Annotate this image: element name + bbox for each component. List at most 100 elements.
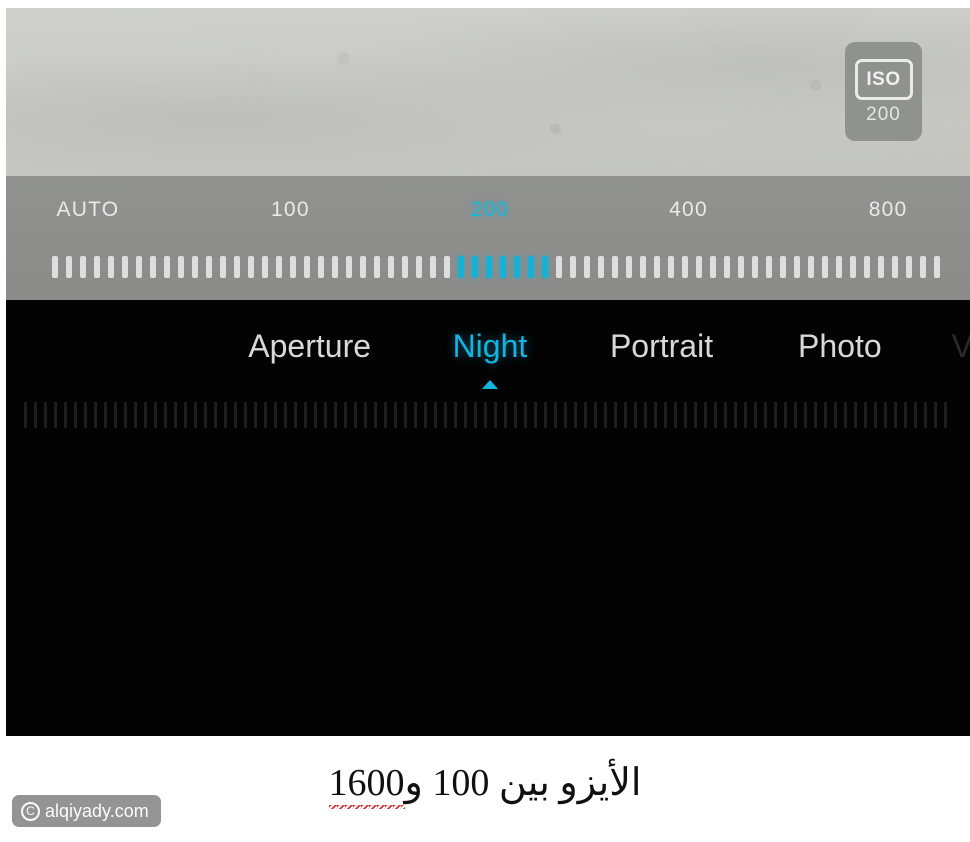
- iso-tick: [262, 256, 268, 278]
- iso-tick-active: [500, 256, 506, 278]
- iso-tick: [206, 256, 212, 278]
- mode-rail-tick: [124, 402, 127, 428]
- mode-rail-tick: [364, 402, 367, 428]
- iso-tick: [248, 256, 254, 278]
- iso-label-800[interactable]: 800: [869, 198, 908, 222]
- iso-label-100[interactable]: 100: [271, 198, 310, 222]
- camera-app-screenshot: ISO 200 AUTO 100 200 400 800 Aperture Night Po…: [0, 0, 970, 742]
- iso-tick: [906, 256, 912, 278]
- iso-label-200[interactable]: 200: [471, 198, 510, 222]
- camera-mode-tabs[interactable]: Aperture Night Portrait Photo V: [6, 328, 970, 384]
- iso-tick: [682, 256, 688, 278]
- iso-tick: [402, 256, 408, 278]
- iso-tick: [710, 256, 716, 278]
- iso-tick: [164, 256, 170, 278]
- mode-rail-tick: [444, 402, 447, 428]
- mode-rail-tick: [474, 402, 477, 428]
- mode-rail-tick: [504, 402, 507, 428]
- mode-tab-night[interactable]: Night: [453, 328, 528, 365]
- iso-tick: [304, 256, 310, 278]
- iso-tick: [920, 256, 926, 278]
- mode-rail-tick: [494, 402, 497, 428]
- copyright-icon: C: [21, 801, 40, 821]
- iso-tick: [444, 256, 450, 278]
- mode-rail-tick: [844, 402, 847, 428]
- mode-rail-tick: [794, 402, 797, 428]
- iso-tick: [780, 256, 786, 278]
- iso-tick-active: [472, 256, 478, 278]
- iso-tick: [892, 256, 898, 278]
- iso-slider[interactable]: AUTO 100 200 400 800: [6, 176, 970, 300]
- mode-rail-tick: [734, 402, 737, 428]
- mode-rail-tick: [944, 402, 947, 428]
- iso-tick: [556, 256, 562, 278]
- mode-rail-tick: [154, 402, 157, 428]
- iso-tick: [388, 256, 394, 278]
- iso-tick: [66, 256, 72, 278]
- mode-rail-tick: [684, 402, 687, 428]
- mode-tab-aperture[interactable]: Aperture: [248, 328, 371, 365]
- mode-rail-tick: [294, 402, 297, 428]
- mode-tab-photo[interactable]: Photo: [798, 328, 882, 365]
- mode-rail-tick: [164, 402, 167, 428]
- mode-rail-tick: [564, 402, 567, 428]
- mode-rail-tick: [314, 402, 317, 428]
- mode-rail-tick: [304, 402, 307, 428]
- iso-tick: [654, 256, 660, 278]
- iso-slider-labels: AUTO 100 200 400 800: [6, 198, 970, 226]
- iso-label-auto[interactable]: AUTO: [57, 198, 120, 222]
- caption-prefix: الأيزو بين 100 و: [404, 762, 642, 804]
- mode-rail-tick: [24, 402, 27, 428]
- iso-tick: [570, 256, 576, 278]
- mode-tab-v[interactable]: V: [952, 328, 970, 365]
- mode-rail-tick: [874, 402, 877, 428]
- mode-rail-tick: [714, 402, 717, 428]
- iso-badge-button[interactable]: ISO 200: [845, 42, 922, 141]
- mode-rail-tick: [404, 402, 407, 428]
- mode-rail-tick: [544, 402, 547, 428]
- iso-tick: [136, 256, 142, 278]
- viewfinder-preview[interactable]: [6, 8, 970, 176]
- mode-tab-portrait[interactable]: Portrait: [610, 328, 713, 365]
- iso-tick: [80, 256, 86, 278]
- iso-tick: [346, 256, 352, 278]
- mode-rail-tick: [654, 402, 657, 428]
- iso-tick: [430, 256, 436, 278]
- mode-rail-tick: [834, 402, 837, 428]
- mode-rail-tick: [224, 402, 227, 428]
- mode-rail-tick: [374, 402, 377, 428]
- mode-rail-tick: [44, 402, 47, 428]
- mode-rail-tick: [634, 402, 637, 428]
- mode-rail-tick: [754, 402, 757, 428]
- iso-label-400[interactable]: 400: [669, 198, 708, 222]
- mode-rail-tick: [344, 402, 347, 428]
- mode-dial-rail[interactable]: [24, 400, 956, 430]
- mode-rail-tick: [524, 402, 527, 428]
- iso-slider-ticks[interactable]: [52, 256, 940, 278]
- mode-rail-tick: [604, 402, 607, 428]
- iso-tick: [416, 256, 422, 278]
- caption-misspelled-word: 1600: [328, 762, 405, 809]
- iso-tick: [808, 256, 814, 278]
- mode-rail-tick: [54, 402, 57, 428]
- mode-rail-tick: [724, 402, 727, 428]
- iso-tick: [794, 256, 800, 278]
- camera-controls-panel: Aperture Night Portrait Photo V: [6, 300, 970, 736]
- iso-tick-active: [542, 256, 548, 278]
- iso-tick: [584, 256, 590, 278]
- iso-tick: [192, 256, 198, 278]
- selected-mode-indicator-icon: [481, 380, 498, 389]
- mode-rail-tick: [414, 402, 417, 428]
- iso-tick: [108, 256, 114, 278]
- mode-rail-tick: [804, 402, 807, 428]
- iso-icon: ISO: [854, 59, 913, 100]
- mode-rail-tick: [94, 402, 97, 428]
- iso-tick-active: [528, 256, 534, 278]
- mode-rail-tick: [554, 402, 557, 428]
- mode-rail-tick: [574, 402, 577, 428]
- iso-tick-active: [486, 256, 492, 278]
- mode-rail-tick: [884, 402, 887, 428]
- mode-rail-tick: [144, 402, 147, 428]
- mode-rail-tick: [214, 402, 217, 428]
- iso-tick: [374, 256, 380, 278]
